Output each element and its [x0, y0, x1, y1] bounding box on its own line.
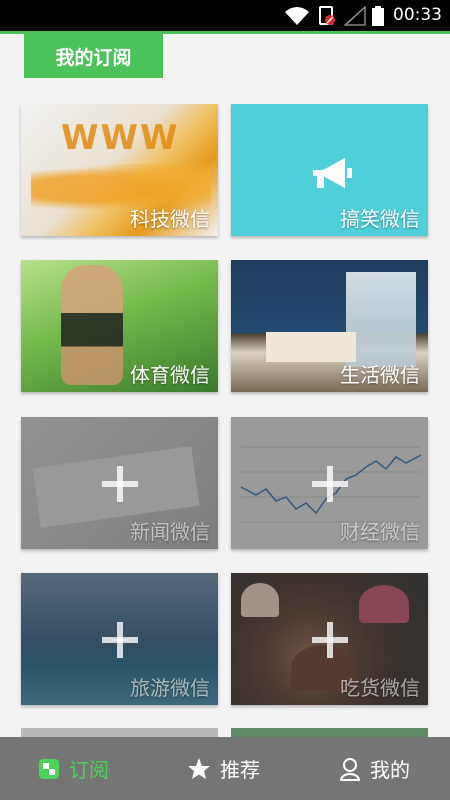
card-life[interactable]: 生活微信: [231, 260, 428, 392]
card-travel[interactable]: 旅游微信: [21, 573, 218, 705]
card-news[interactable]: 新闻微信: [21, 417, 218, 549]
card-food[interactable]: 吃货微信: [231, 573, 428, 705]
tab-me-label: 我的: [370, 758, 410, 782]
tab-subscribe[interactable]: 订阅: [38, 737, 109, 800]
signal-icon: [344, 6, 366, 26]
tab-me[interactable]: 我的: [339, 737, 410, 800]
card-funny[interactable]: 搞笑微信: [231, 104, 428, 236]
plus-icon: [102, 466, 138, 502]
card-label: 旅游微信: [130, 676, 210, 700]
card-label: 科技微信: [130, 207, 210, 231]
tab-subscribe-label: 订阅: [69, 758, 109, 782]
card-sports[interactable]: 体育微信: [21, 260, 218, 392]
subscription-icon: [39, 758, 59, 779]
card-label: 搞笑微信: [340, 207, 420, 231]
tab-recommend-label: 推荐: [220, 758, 260, 782]
battery-icon: [372, 6, 384, 26]
plus-icon: [312, 622, 348, 658]
sim-blocked-icon: [319, 6, 335, 25]
my-subscriptions-tab[interactable]: 我的订阅: [24, 34, 163, 78]
card-finance[interactable]: 财经微信: [231, 417, 428, 549]
card-label: 新闻微信: [130, 520, 210, 544]
card-peek-right: [231, 728, 428, 737]
card-label: 财经微信: [340, 520, 420, 544]
plus-icon: [312, 466, 348, 502]
card-tech[interactable]: WWW 科技微信: [21, 104, 218, 236]
status-bar: 00:33: [0, 0, 450, 31]
wifi-icon: [285, 7, 309, 25]
card-label: 体育微信: [130, 363, 210, 387]
card-label: 吃货微信: [340, 676, 420, 700]
megaphone-icon: [313, 158, 352, 188]
card-peek-left: [21, 728, 218, 737]
tab-recommend[interactable]: 推荐: [187, 737, 260, 800]
star-icon: [188, 757, 210, 779]
bottom-nav: 订阅 推荐 我的: [0, 737, 450, 800]
plus-icon: [102, 622, 138, 658]
card-label: 生活微信: [340, 363, 420, 387]
status-time: 00:33: [393, 5, 442, 25]
person-icon: [339, 757, 361, 781]
